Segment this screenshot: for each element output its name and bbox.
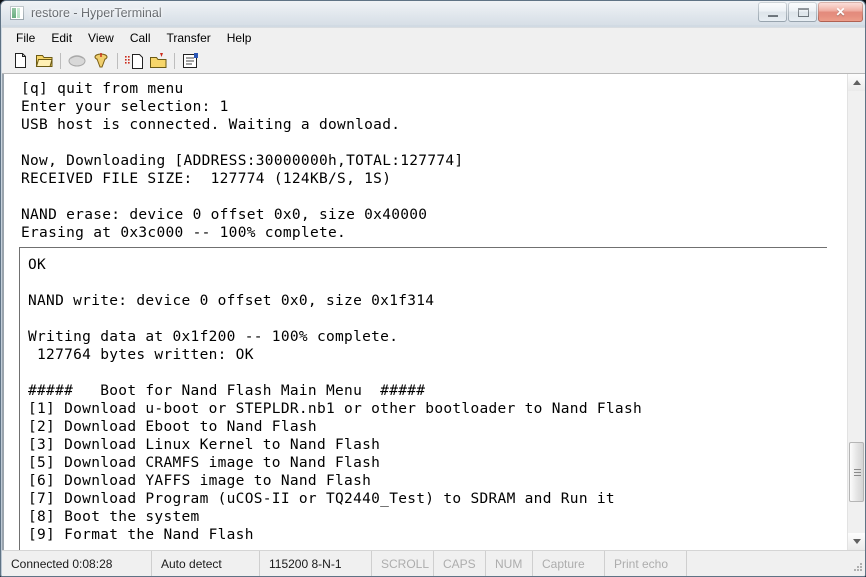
terminal-surface[interactable]: [q] quit from menu Enter your selection:… (10, 74, 827, 550)
receive-file-icon (149, 52, 166, 68)
terminal-output: OK NAND write: device 0 offset 0x0, size… (28, 256, 827, 544)
close-button[interactable]: ✕ (818, 2, 863, 22)
terminal-line: Erasing at 0x3c000 -- 100% complete. (21, 225, 347, 241)
terminal-menu-item: [9] Format the Nand Flash (28, 527, 254, 543)
minimize-icon (768, 15, 778, 17)
maximize-icon (798, 8, 809, 17)
menu-item-view[interactable]: View (80, 29, 122, 47)
terminal-menu-item: [5] Download CRAMFS image to Nand Flash (28, 455, 381, 471)
menu-item-file[interactable]: File (8, 29, 43, 47)
toolbar-separator-2 (117, 52, 118, 69)
send-file-button[interactable] (122, 50, 146, 72)
status-spacer (687, 551, 865, 576)
terminal-line: Now, Downloading [ADDRESS:30000000h,TOTA… (21, 153, 464, 169)
terminal-line: 127764 bytes written: OK (28, 347, 254, 363)
menu-item-help[interactable]: Help (219, 29, 260, 47)
window-title: restore - HyperTerminal (31, 6, 162, 20)
menu-item-transfer[interactable]: Transfer (159, 29, 219, 47)
terminal-line: Enter your selection: 1 (21, 99, 229, 115)
status-bar: Connected 0:08:28 Auto detect 115200 8-N… (2, 550, 865, 576)
terminal-menu-item: [2] Download Eboot to Nand Flash (28, 419, 317, 435)
menu-item-edit[interactable]: Edit (43, 29, 80, 47)
minimize-button[interactable] (758, 2, 787, 22)
scroll-up-arrow[interactable] (848, 74, 865, 91)
terminal-menu-item: [3] Download Linux Kernel to Nand Flash (28, 437, 381, 453)
hyperterminal-window: restore - HyperTerminal ✕ File Edit View… (0, 0, 866, 577)
resize-grip-icon[interactable] (853, 563, 863, 573)
menu-item-call[interactable]: Call (122, 29, 159, 47)
terminal-line: ##### Boot for Nand Flash Main Menu ####… (28, 383, 426, 399)
vertical-scrollbar[interactable] (847, 74, 865, 550)
terminal-scrollback: [q] quit from menu Enter your selection:… (21, 80, 821, 242)
close-icon: ✕ (835, 5, 846, 19)
toolbar (2, 48, 865, 74)
open-connection-button[interactable] (32, 50, 56, 72)
title-bar[interactable]: restore - HyperTerminal ✕ (1, 1, 865, 25)
open-folder-icon (35, 55, 53, 67)
grip-icon (854, 469, 861, 477)
status-num[interactable]: NUM (486, 551, 533, 576)
new-connection-button[interactable] (8, 50, 32, 72)
status-auto-detect: Auto detect (152, 551, 260, 576)
terminal-line: Writing data at 0x1f200 -- 100% complete… (28, 329, 399, 345)
disconnect-icon (94, 52, 108, 67)
status-capture[interactable]: Capture (533, 551, 605, 576)
terminal-inner-console[interactable]: OK NAND write: device 0 offset 0x0, size… (19, 247, 827, 550)
terminal-line: NAND erase: device 0 offset 0x0, size 0x… (21, 207, 428, 223)
call-icon (68, 55, 86, 67)
status-line-settings: 115200 8-N-1 (260, 551, 372, 576)
disconnect-button[interactable] (89, 50, 113, 72)
terminal-menu-item: [1] Download u-boot or STEPLDR.nb1 or ot… (28, 401, 643, 417)
properties-button[interactable] (179, 50, 203, 72)
terminal-line: NAND write: device 0 offset 0x0, size 0x… (28, 293, 435, 309)
terminal-menu-item: [8] Boot the system (28, 509, 200, 525)
terminal-line: [q] quit from menu (21, 81, 184, 97)
terminal-line: USB host is connected. Waiting a downloa… (21, 117, 401, 133)
receive-file-button[interactable] (146, 50, 170, 72)
menu-bar: File Edit View Call Transfer Help (2, 27, 865, 48)
properties-icon (183, 52, 198, 68)
terminal-line: RECEIVED FILE SIZE: 127774 (124KB/S, 1S) (21, 171, 392, 187)
status-print-echo[interactable]: Print echo (605, 551, 687, 576)
call-button[interactable] (65, 50, 89, 72)
window-controls: ✕ (757, 2, 863, 22)
status-caps[interactable]: CAPS (434, 551, 486, 576)
toolbar-separator (60, 52, 61, 69)
status-scroll[interactable]: SCROLL (372, 551, 434, 576)
terminal-client-area[interactable]: [q] quit from menu Enter your selection:… (2, 74, 865, 550)
status-connected: Connected 0:08:28 (2, 551, 152, 576)
send-file-icon (124, 53, 143, 69)
maximize-button[interactable] (788, 2, 817, 22)
scroll-down-arrow[interactable] (848, 533, 865, 550)
terminal-line: OK (28, 257, 47, 273)
triangle-up-icon (852, 80, 861, 85)
toolbar-separator-3 (174, 52, 175, 69)
hyperterminal-icon (10, 6, 24, 20)
triangle-down-icon (852, 539, 861, 544)
terminal-menu-item: [6] Download YAFFS image to Nand Flash (28, 473, 372, 489)
terminal-menu-item: [7] Download Program (uCOS-II or TQ2440_… (28, 491, 615, 507)
scroll-thumb[interactable] (849, 442, 864, 502)
new-connection-icon (14, 53, 26, 68)
